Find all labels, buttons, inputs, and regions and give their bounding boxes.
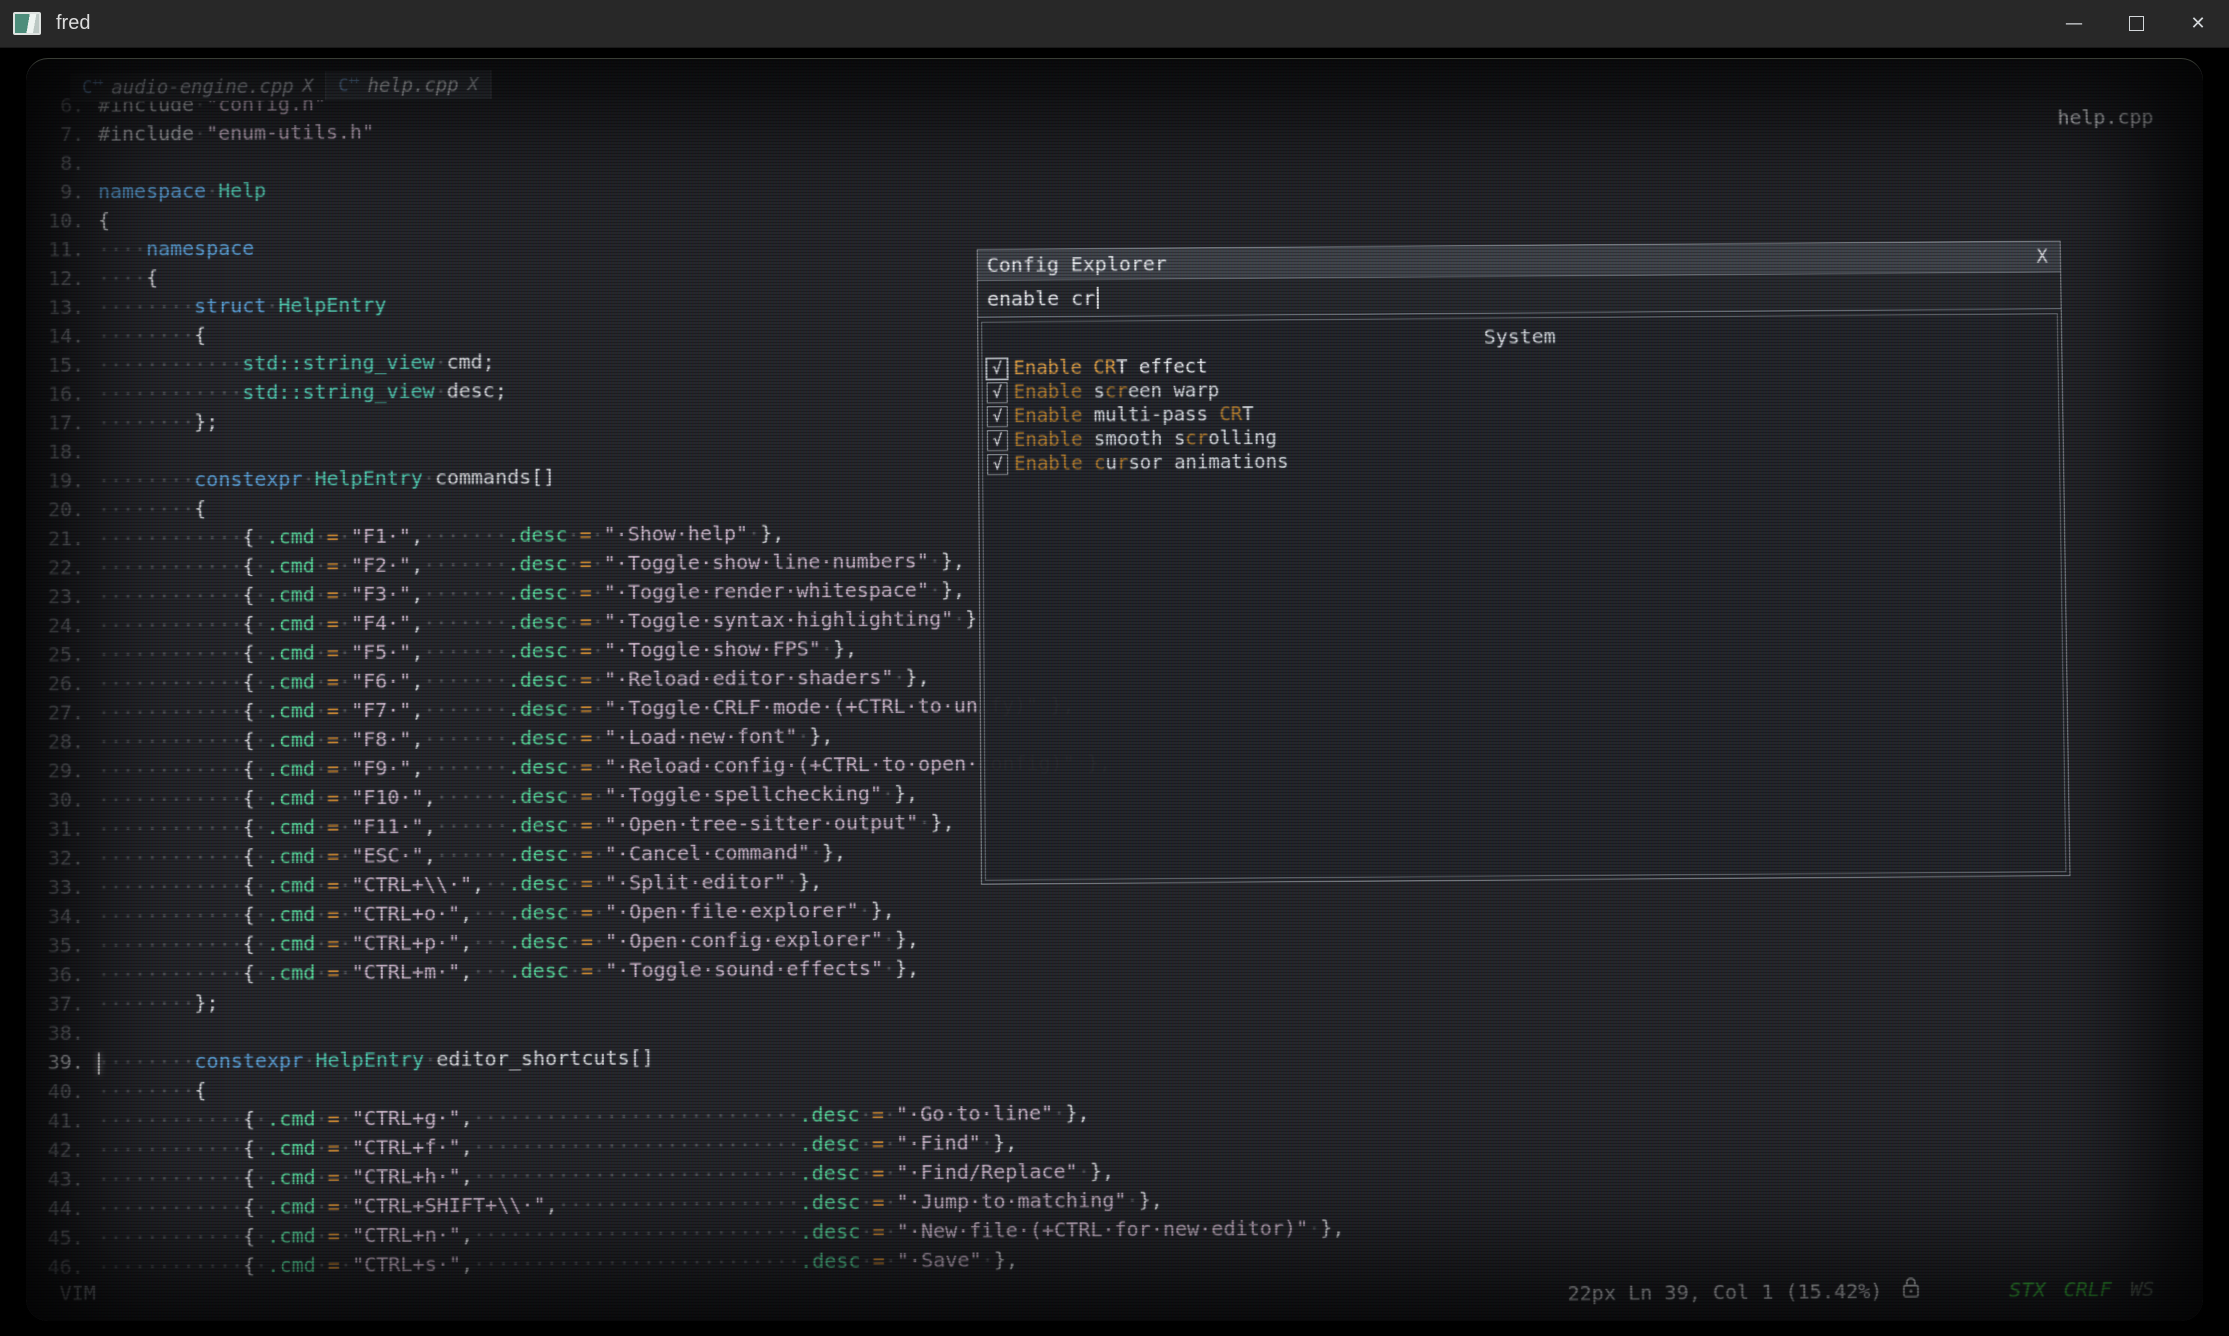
line-number: 18. [26,437,84,466]
close-icon[interactable]: X [2036,246,2048,268]
line-number: 35. [26,931,84,961]
cpp-file-icon: C++ [338,76,358,96]
line-number: 20. [26,495,84,524]
tab-help[interactable]: C++ help.cpp X [326,70,491,100]
tab-close-icon[interactable]: X [468,74,479,95]
cpp-file-icon: C++ [82,78,102,98]
line-number: 46. [26,1252,84,1282]
line-number: 30. [26,785,84,815]
line-number: 34. [26,902,84,932]
line-number: 31. [26,814,84,844]
tab-label: help.cpp [367,74,458,97]
os-titlebar: fred — ✕ [0,0,2229,48]
cursor-position-text: 22px Ln 39, Col 1 (15.42%) [1567,1278,1882,1305]
line-number: 39. [26,1048,84,1078]
line-number: 7. [26,120,84,149]
line-number: 32. [26,844,84,874]
line-number: 25. [26,640,84,669]
config-option-label: Enable cursor animations [1014,451,1288,475]
line-number: 19. [26,466,84,495]
line-number: 22. [26,553,84,582]
line-number: 13. [26,293,84,322]
line-number: 10. [26,206,84,235]
line-number: 29. [26,756,84,786]
config-explorer-panel: Config Explorer X enable cr System √Enab… [977,241,2071,885]
line-number: 45. [26,1223,84,1253]
search-query-text: enable cr [987,286,1095,311]
window-controls: — ✕ [2043,0,2229,47]
line-number: 42. [26,1135,84,1165]
lock-icon [1900,1275,1921,1304]
editor-screen: 6.#include·"config.h"7.#include·"enum-ut… [26,58,2203,1321]
checkbox[interactable]: √ [987,454,1008,475]
checkbox[interactable]: √ [986,358,1007,379]
flag-crlf: CRLF [2063,1276,2112,1301]
tab-audio-engine[interactable]: C++ audio-engine.cpp X [70,71,326,102]
editor-mode-indicator: VIM [60,1281,96,1306]
line-number: 27. [26,698,84,728]
line-number: 16. [26,379,84,408]
checkbox[interactable]: √ [987,406,1008,427]
config-option-label: Enable smooth scrolling [1014,427,1277,451]
line-number: 17. [26,408,84,437]
checkbox[interactable]: √ [987,430,1008,451]
line-number: 24. [26,611,84,640]
line-number: 21. [26,524,84,553]
maximize-button[interactable] [2105,0,2167,47]
line-number: 43. [26,1165,84,1195]
line-number: 14. [26,322,84,351]
tab-close-icon[interactable]: X [303,76,314,97]
line-number: 33. [26,873,84,903]
search-caret [1097,287,1099,309]
line-number: 44. [26,1194,84,1224]
checkbox[interactable]: √ [987,382,1008,403]
minimize-button[interactable]: — [2043,0,2105,47]
line-number: 37. [26,989,84,1019]
config-options: √Enable CRT effect√Enable screen warp√En… [982,348,2059,476]
window-title: fred [56,12,90,35]
tab-bar: C++ audio-engine.cpp X C++ help.cpp X [70,70,491,102]
tab-label: audio-engine.cpp [111,75,293,98]
config-option-label: Enable CRT effect [1013,356,1207,379]
line-number: 41. [26,1106,84,1136]
app-icon [13,12,41,35]
line-number: 12. [26,264,84,293]
line-number: 36. [26,960,84,990]
line-number: 8. [26,149,84,178]
line-number: 28. [26,727,84,757]
close-button[interactable]: ✕ [2167,0,2229,47]
line-number: 26. [26,669,84,698]
line-number: 38. [26,1018,84,1048]
config-explorer-title: Config Explorer [987,252,1167,277]
line-number: 11. [26,235,84,264]
flag-ws: WS [2130,1276,2155,1300]
config-option-list: System √Enable CRT effect√Enable screen … [981,313,2066,880]
status-flags: STX CRLF WS [2009,1276,2155,1301]
config-option-label: Enable screen warp [1014,380,1220,404]
line-number: 9. [26,178,84,207]
current-file-label: help.cpp [2057,105,2153,130]
flag-stx: STX [2009,1277,2046,1302]
line-number: 23. [26,582,84,611]
maximize-icon [2129,16,2144,31]
status-bar-right: 22px Ln 39, Col 1 (15.42%) STX CRLF WS [1567,1274,2154,1308]
config-option-label: Enable multi-pass CRT [1014,403,1254,427]
config-search-input[interactable]: enable cr [978,272,2061,317]
line-number: 40. [26,1077,84,1107]
line-number: 15. [26,351,84,380]
